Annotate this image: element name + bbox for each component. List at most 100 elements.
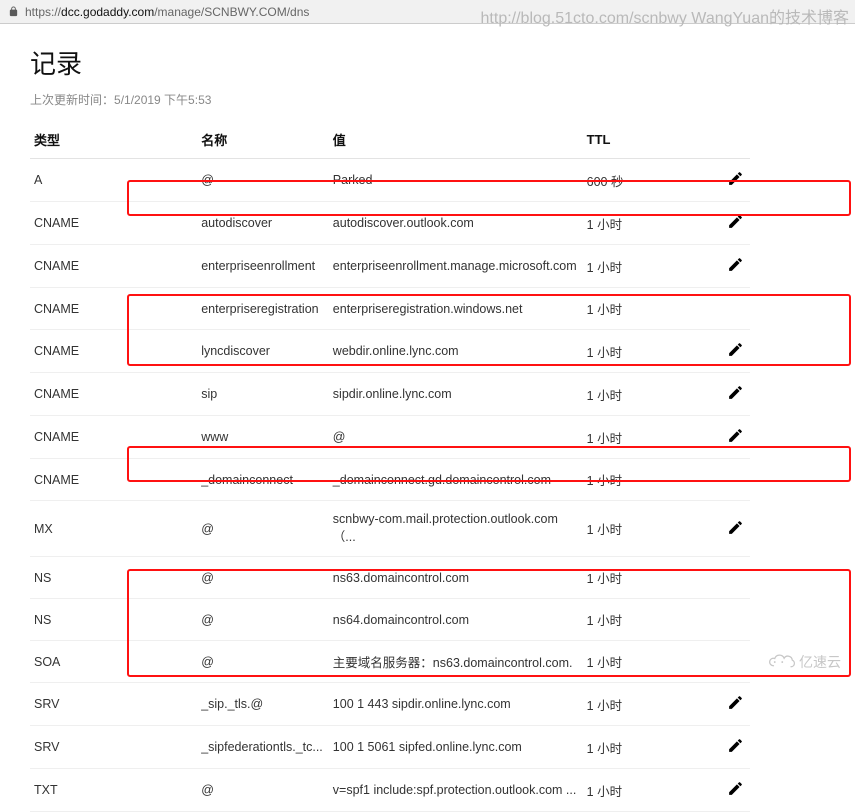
edit-icon[interactable] [727, 256, 744, 273]
cell-name: @ [197, 769, 329, 812]
edit-icon[interactable] [727, 694, 744, 711]
cell-value: autodiscover.outlook.com [329, 202, 583, 245]
edit-icon[interactable] [727, 341, 744, 358]
cell-ttl: 1 小时 [583, 330, 720, 373]
cell-ttl: 1 小时 [583, 416, 720, 459]
cell-value: webdir.online.lync.com [329, 330, 583, 373]
table-row: NS@ns63.domaincontrol.com1 小时 [30, 557, 750, 599]
cell-type: SRV [30, 726, 197, 769]
cell-value: 100 1 443 sipdir.online.lync.com [329, 683, 583, 726]
cell-name: _domainconnect [197, 459, 329, 501]
edit-icon[interactable] [727, 427, 744, 444]
edit-icon[interactable] [727, 213, 744, 230]
cloud-icon [766, 653, 796, 671]
cell-ttl: 600 秒 [583, 159, 720, 202]
cell-value: Parked [329, 159, 583, 202]
table-row: TXT@v=spf1 include:spf.protection.outloo… [30, 769, 750, 812]
cell-type: CNAME [30, 330, 197, 373]
cell-type: NS [30, 599, 197, 641]
col-type-header: 类型 [30, 122, 197, 159]
table-row: SOA@主要域名服务器：ns63.domaincontrol.com.1 小时 [30, 641, 750, 683]
cell-actions [720, 159, 750, 202]
last-updated: 上次更新时间：5/1/2019 下午5:53 [30, 91, 750, 108]
table-row: CNAMEenterpriseregistrationenterprisereg… [30, 288, 750, 330]
cell-name: @ [197, 599, 329, 641]
cell-actions [720, 557, 750, 599]
table-row: SRV_sip._tls.@100 1 443 sipdir.online.ly… [30, 683, 750, 726]
table-row: CNAMEsipsipdir.online.lync.com1 小时 [30, 373, 750, 416]
cell-type: CNAME [30, 245, 197, 288]
cell-type: NS [30, 557, 197, 599]
cell-actions [720, 416, 750, 459]
cell-ttl: 1 小时 [583, 683, 720, 726]
cell-ttl: 1 小时 [583, 501, 720, 557]
edit-icon[interactable] [727, 519, 744, 536]
cell-type: TXT [30, 769, 197, 812]
cell-type: CNAME [30, 288, 197, 330]
cell-value: enterpriseregistration.windows.net [329, 288, 583, 330]
cell-ttl: 1 小时 [583, 245, 720, 288]
table-row: CNAMEenterpriseenrollmententerpriseenrol… [30, 245, 750, 288]
cell-type: SRV [30, 683, 197, 726]
table-row: A@Parked600 秒 [30, 159, 750, 202]
cell-type: CNAME [30, 459, 197, 501]
table-row: CNAMEwww@1 小时 [30, 416, 750, 459]
dns-records-table: 类型 名称 值 TTL A@Parked600 秒CNAMEautodiscov… [30, 122, 750, 812]
cell-name: @ [197, 641, 329, 683]
cell-name: enterpriseregistration [197, 288, 329, 330]
col-value-header: 值 [329, 122, 583, 159]
address-url: https://dcc.godaddy.com/manage/SCNBWY.CO… [25, 5, 309, 19]
cell-name: www [197, 416, 329, 459]
cell-type: MX [30, 501, 197, 557]
edit-icon[interactable] [727, 780, 744, 797]
col-name-header: 名称 [197, 122, 329, 159]
cell-value: ns63.domaincontrol.com [329, 557, 583, 599]
cell-ttl: 1 小时 [583, 459, 720, 501]
cell-ttl: 1 小时 [583, 557, 720, 599]
cell-value: 主要域名服务器：ns63.domaincontrol.com. [329, 641, 583, 683]
cell-ttl: 1 小时 [583, 726, 720, 769]
cell-name: lyncdiscover [197, 330, 329, 373]
table-row: SRV_sipfederationtls._tc...100 1 5061 si… [30, 726, 750, 769]
cell-type: CNAME [30, 416, 197, 459]
cell-type: A [30, 159, 197, 202]
edit-icon[interactable] [727, 384, 744, 401]
cell-ttl: 1 小时 [583, 202, 720, 245]
cell-actions [720, 202, 750, 245]
cell-value: ns64.domaincontrol.com [329, 599, 583, 641]
edit-icon[interactable] [727, 170, 744, 187]
page-title: 记录 [30, 44, 750, 81]
cell-name: @ [197, 557, 329, 599]
cell-value: @ [329, 416, 583, 459]
cell-name: @ [197, 501, 329, 557]
cell-actions [720, 726, 750, 769]
cell-actions [720, 245, 750, 288]
cell-actions [720, 459, 750, 501]
edit-icon[interactable] [727, 737, 744, 754]
cell-name: autodiscover [197, 202, 329, 245]
cell-actions [720, 641, 750, 683]
cell-actions [720, 683, 750, 726]
watermark-yisuyun: 亿速云 [766, 652, 841, 672]
cell-value: v=spf1 include:spf.protection.outlook.co… [329, 769, 583, 812]
cell-ttl: 1 小时 [583, 641, 720, 683]
table-row: MX@scnbwy-com.mail.protection.outlook.co… [30, 501, 750, 557]
cell-actions [720, 501, 750, 557]
cell-name: @ [197, 159, 329, 202]
table-row: NS@ns64.domaincontrol.com1 小时 [30, 599, 750, 641]
cell-actions [720, 288, 750, 330]
cell-value: enterpriseenrollment.manage.microsoft.co… [329, 245, 583, 288]
cell-ttl: 1 小时 [583, 288, 720, 330]
cell-ttl: 1 小时 [583, 769, 720, 812]
cell-value: scnbwy-com.mail.protection.outlook.com（.… [329, 501, 583, 557]
cell-type: CNAME [30, 202, 197, 245]
col-ttl-header: TTL [583, 122, 720, 159]
table-row: CNAME_domainconnect_domainconnect.gd.dom… [30, 459, 750, 501]
cell-value: 100 1 5061 sipfed.online.lync.com [329, 726, 583, 769]
cell-name: sip [197, 373, 329, 416]
table-header-row: 类型 名称 值 TTL [30, 122, 750, 159]
cell-actions [720, 599, 750, 641]
cell-type: SOA [30, 641, 197, 683]
cell-actions [720, 769, 750, 812]
cell-value: sipdir.online.lync.com [329, 373, 583, 416]
